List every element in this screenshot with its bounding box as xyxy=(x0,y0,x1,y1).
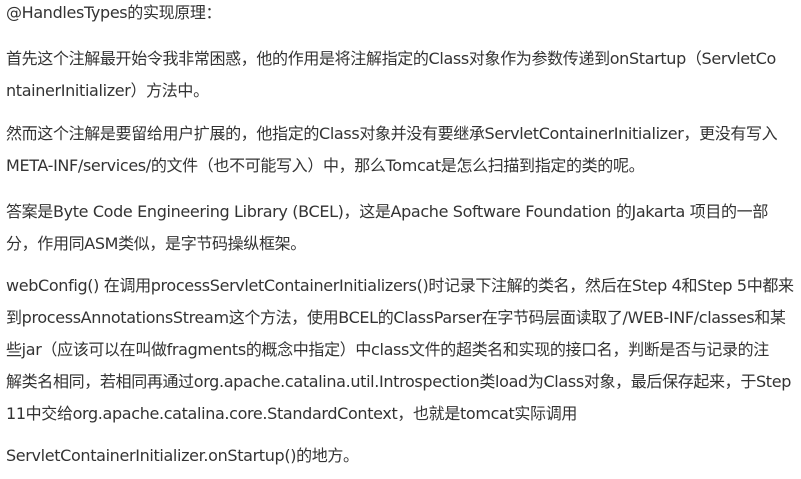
closing-line: ServletContainerInitializer.onStartup()的… xyxy=(6,440,359,472)
paragraph-line: 些jar（应该可以在叫做fragments的概念中指定）中class文件的超类名… xyxy=(6,340,769,359)
paragraph-line: 首先这个注解最开始令我非常困惑，他的作用是将注解指定的Class对象作为参数传递… xyxy=(6,49,776,68)
paragraph-line: webConfig() 在调用processServletContainerIn… xyxy=(6,276,794,295)
closing-text: ServletContainerInitializer.onStartup()的… xyxy=(6,446,359,465)
paragraph-line: 分，作用同ASM类似，是字节码操纵框架。 xyxy=(6,234,306,253)
article-body: @HandlesTypes的实现原理： 首先这个注解最开始令我非常困惑，他的作用… xyxy=(0,0,801,479)
paragraph-line: META-INF/services/的文件（也不可能写入）中，那么Tomcat是… xyxy=(6,156,645,175)
paragraph-line: 11中交给org.apache.catalina.core.StandardCo… xyxy=(6,404,578,423)
paragraph-line: 到processAnnotationsStream这个方法，使用BCEL的Cla… xyxy=(6,308,786,327)
paragraph-1: 首先这个注解最开始令我非常困惑，他的作用是将注解指定的Class对象作为参数传递… xyxy=(6,43,776,107)
paragraph-line: 然而这个注解是要留给用户扩展的，他指定的Class对象并没有要继承Servlet… xyxy=(6,124,778,143)
paragraph-line: 解类名相同，若相同再通过org.apache.catalina.util.Int… xyxy=(6,372,792,391)
heading-line: @HandlesTypes的实现原理： xyxy=(6,0,222,29)
paragraph-line: 答案是Byte Code Engineering Library (BCEL)，… xyxy=(6,202,768,221)
paragraph-3: 答案是Byte Code Engineering Library (BCEL)，… xyxy=(6,196,768,260)
paragraph-line: ntainerInitializer）方法中。 xyxy=(6,81,209,100)
paragraph-2: 然而这个注解是要留给用户扩展的，他指定的Class对象并没有要继承Servlet… xyxy=(6,118,778,182)
paragraph-4: webConfig() 在调用processServletContainerIn… xyxy=(6,270,794,430)
heading-text: @HandlesTypes的实现原理： xyxy=(6,3,222,22)
